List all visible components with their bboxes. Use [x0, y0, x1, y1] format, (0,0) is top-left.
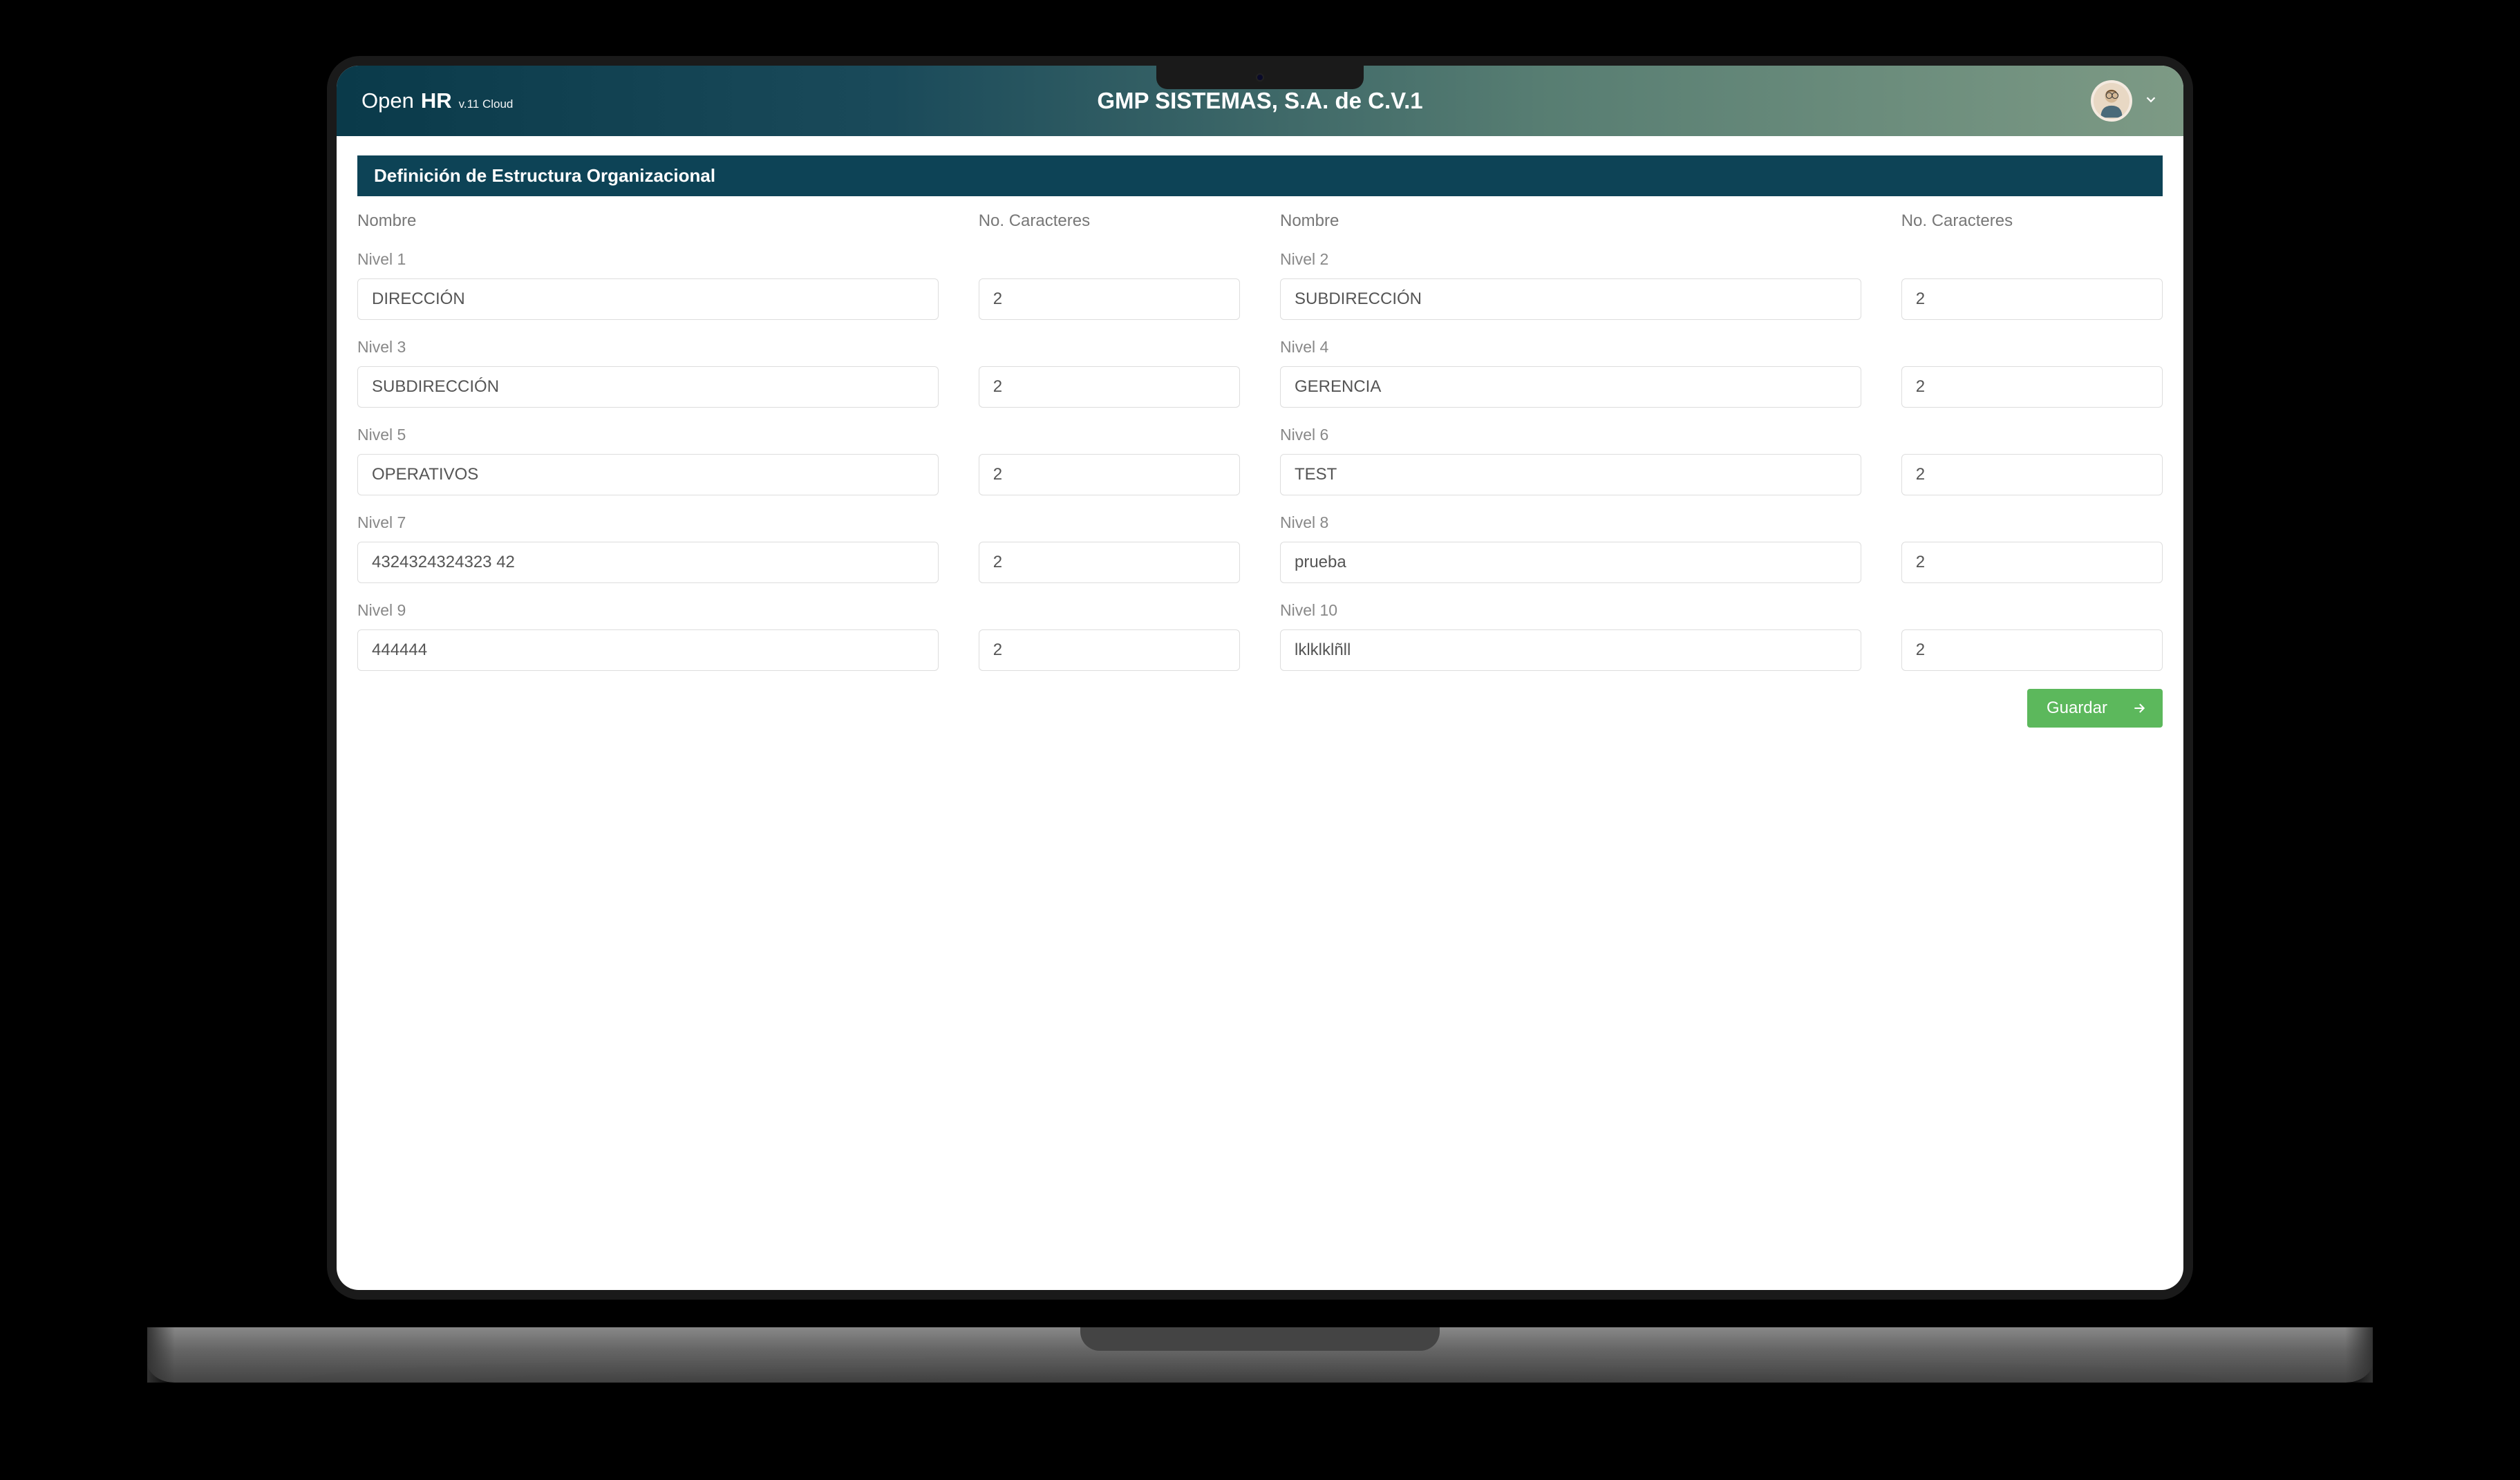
arrow-right-icon [2132, 701, 2146, 715]
level-1-chars-input[interactable] [979, 278, 1240, 320]
level-3-chars-input[interactable] [979, 366, 1240, 408]
logo-text-hr: HR [421, 88, 452, 113]
device-notch [1156, 66, 1364, 89]
level-5-name-input[interactable] [357, 454, 939, 495]
column-header-name-right: Nombre [1280, 211, 1861, 231]
level-8-chars-input[interactable] [1901, 542, 2163, 583]
level-7-chars-input[interactable] [979, 542, 1240, 583]
level-4-name-input[interactable] [1280, 366, 1861, 408]
column-header-chars-left: No. Caracteres [979, 211, 1240, 231]
app-logo: Open HR v.11 Cloud [361, 88, 513, 113]
level-8-name-input[interactable] [1280, 542, 1861, 583]
save-button[interactable]: Guardar [2027, 689, 2163, 728]
logo-text-open: Open [361, 88, 414, 113]
level-4-label: Nivel 4 [1280, 338, 1861, 357]
company-title: GMP SISTEMAS, S.A. de C.V.1 [1097, 88, 1422, 114]
level-2-name-input[interactable] [1280, 278, 1861, 320]
level-6-name-input[interactable] [1280, 454, 1861, 495]
level-7-name-input[interactable] [357, 542, 939, 583]
level-2-chars-input[interactable] [1901, 278, 2163, 320]
level-10-chars-input[interactable] [1901, 629, 2163, 671]
level-3-name-input[interactable] [357, 366, 939, 408]
level-7-label: Nivel 7 [357, 513, 939, 532]
level-5-label: Nivel 5 [357, 426, 939, 444]
level-4-chars-input[interactable] [1901, 366, 2163, 408]
level-1-label: Nivel 1 [357, 250, 939, 269]
level-5-chars-input[interactable] [979, 454, 1240, 495]
level-3-label: Nivel 3 [357, 338, 939, 357]
level-9-label: Nivel 9 [357, 601, 939, 620]
level-6-chars-input[interactable] [1901, 454, 2163, 495]
level-8-label: Nivel 8 [1280, 513, 1861, 532]
level-9-name-input[interactable] [357, 629, 939, 671]
level-6-label: Nivel 6 [1280, 426, 1861, 444]
column-header-name-left: Nombre [357, 211, 939, 231]
user-menu-chevron-icon[interactable] [2143, 92, 2159, 111]
level-10-name-input[interactable] [1280, 629, 1861, 671]
device-base [147, 1327, 2373, 1383]
level-2-label: Nivel 2 [1280, 250, 1861, 269]
save-button-label: Guardar [2047, 699, 2107, 718]
panel-title: Definición de Estructura Organizacional [357, 155, 2163, 196]
level-9-chars-input[interactable] [979, 629, 1240, 671]
level-10-label: Nivel 10 [1280, 601, 1861, 620]
user-avatar[interactable] [2091, 80, 2132, 122]
column-header-chars-right: No. Caracteres [1901, 211, 2163, 231]
level-1-name-input[interactable] [357, 278, 939, 320]
logo-version: v.11 Cloud [459, 97, 514, 111]
